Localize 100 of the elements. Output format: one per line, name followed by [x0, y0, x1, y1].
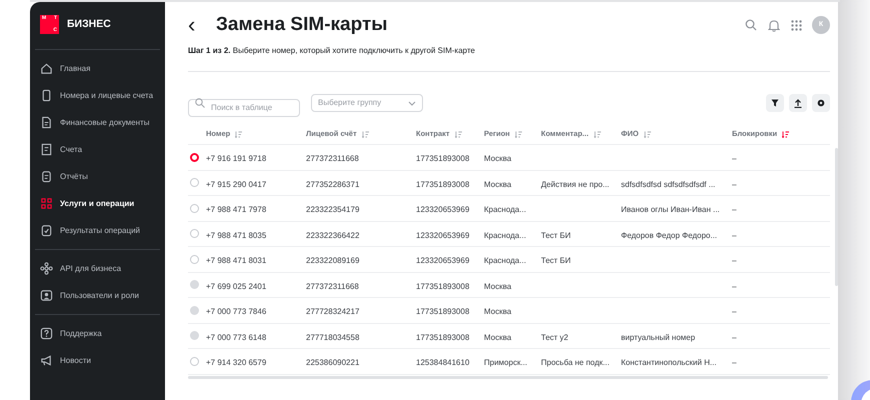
- table-cell: 177351893008: [416, 307, 470, 316]
- nav-item[interactable]: Номера и лицевые счета: [30, 82, 165, 109]
- house-icon: [40, 62, 53, 75]
- table-cell: Москва: [484, 154, 512, 164]
- nav-item[interactable]: API для бизнеса: [30, 255, 165, 282]
- back-button[interactable]: ‹: [188, 14, 208, 36]
- phone-icon: [40, 89, 53, 102]
- table-cell: Константинопольский Н...: [621, 358, 717, 368]
- table-cell: –: [732, 332, 736, 342]
- chevron-down-icon: [408, 100, 416, 106]
- report-icon: [40, 170, 53, 183]
- table-cell: 125384841610: [416, 358, 470, 368]
- table-cell: +7 699 025 2401: [206, 282, 266, 291]
- sort-icon[interactable]: [235, 130, 242, 138]
- funnel-icon: [771, 99, 779, 107]
- table-cell: Тест БИ: [541, 230, 571, 240]
- table-cell: 123320653969: [416, 256, 470, 266]
- table-cell: +7 000 773 6148: [206, 332, 266, 342]
- table-cell: –: [732, 256, 736, 266]
- table-row[interactable]: +7 915 290 0417 277352286371 177351893008 Москва Действия не про... sdfsdfsdfsd sdfsdfsdfsdf ... –: [188, 170, 830, 196]
- user-card-icon: [40, 289, 53, 302]
- table-row[interactable]: +7 916 191 9718 277372311668 177351893008 Москва –: [188, 145, 830, 170]
- table-cell: 177351893008: [416, 180, 470, 189]
- table-cell: sdfsdfsdfsd sdfsdfsdfsdf ...: [621, 180, 716, 189]
- sort-icon[interactable]: [514, 130, 522, 138]
- sort-icon[interactable]: [782, 130, 790, 138]
- export-button[interactable]: [789, 94, 807, 112]
- table-cell: Москва: [484, 282, 512, 291]
- filter-button[interactable]: [766, 94, 784, 112]
- table-cell: 277372311668: [306, 282, 359, 291]
- table-cell: Краснода...: [484, 230, 526, 240]
- table-cell: 223322354179: [306, 205, 360, 214]
- table-cell: 277718034558: [306, 332, 360, 342]
- nav-item[interactable]: Поддержка: [30, 320, 165, 347]
- table-cell: –: [732, 358, 736, 368]
- search-field[interactable]: Поиск в таблице: [188, 98, 300, 116]
- table-cell: 123320653969: [416, 205, 470, 214]
- help-icon: [40, 327, 53, 340]
- table-cell: Москва: [484, 332, 512, 342]
- nav-item[interactable]: Новости: [30, 347, 165, 374]
- radio-button[interactable]: [190, 229, 199, 238]
- table-row[interactable]: +7 988 471 8035 223322366422 123320653969 Краснода... Тест БИ Федоров Федор Федоро... –: [188, 222, 830, 247]
- table-cell: +7 988 471 8031: [206, 256, 266, 266]
- table-cell: Просьба не подк...: [541, 358, 610, 368]
- settings-button[interactable]: [812, 94, 830, 112]
- megaphone-icon: [40, 354, 53, 367]
- table-cell: 177351893008: [416, 332, 470, 342]
- nav-item[interactable]: Пользователи и роли: [30, 282, 165, 309]
- table-cell: Действия не про...: [541, 180, 610, 189]
- table-row[interactable]: +7 988 471 7978 223322354179 123320653969 Краснода... Иванов оглы Иван-Иван ... –: [188, 196, 830, 222]
- nav-item[interactable]: Главная: [30, 55, 165, 82]
- table-cell: 123320653969: [416, 230, 470, 240]
- nav-item[interactable]: Результаты операций: [30, 217, 165, 244]
- table-cell: Тест БИ: [541, 256, 571, 266]
- sort-icon[interactable]: [454, 130, 462, 138]
- radio-button[interactable]: [190, 152, 199, 162]
- checklist-icon: [40, 224, 53, 237]
- table-cell: –: [732, 230, 736, 240]
- sort-icon[interactable]: [644, 130, 651, 138]
- page-title: Замена SIM-карты: [216, 12, 388, 37]
- table-cell: Приморск...: [484, 358, 528, 368]
- table-cell: 177351893008: [416, 154, 470, 164]
- table-cell: 277728324217: [306, 307, 360, 316]
- table-cell: +7 914 320 6579: [206, 358, 266, 368]
- table-cell: Иванов оглы Иван-Иван ...: [621, 205, 720, 214]
- table-cell: +7 988 471 7978: [206, 205, 266, 214]
- bell-icon[interactable]: [768, 18, 780, 32]
- radio-button[interactable]: [190, 178, 199, 188]
- table-cell: –: [732, 307, 736, 316]
- table-cell: +7 988 471 8035: [206, 230, 266, 240]
- table-row[interactable]: +7 988 471 8031 223322089169 123320653969 Краснода... Тест БИ –: [188, 247, 830, 272]
- table-cell: –: [732, 154, 736, 164]
- sort-icon[interactable]: [594, 130, 601, 138]
- table-cell: Тест у2: [541, 332, 568, 342]
- table-cell: 223322366422: [306, 230, 360, 240]
- table-cell: 225386090221: [306, 358, 360, 368]
- document-icon: [40, 116, 53, 129]
- table-row[interactable]: +7 914 320 6579 225386090221 125384841610 Приморск... Просьба не подк... Константинопольский Н... –: [188, 349, 830, 374]
- table-cell: 223322089169: [306, 256, 360, 266]
- radio-button[interactable]: [190, 254, 199, 264]
- scrollbar[interactable]: [835, 148, 838, 286]
- search-icon: [195, 98, 205, 108]
- table-cell: –: [732, 282, 736, 291]
- table-cell: виртуальный номер: [621, 332, 696, 342]
- radio-button[interactable]: [190, 356, 199, 366]
- nav-item[interactable]: Услуги и операции: [30, 190, 165, 217]
- step-instruction: Шаг 1 из 2. Выберите номер, который хотите подключить к другой SIM-карте: [188, 45, 476, 57]
- table-cell: Москва: [484, 307, 512, 316]
- settings-icon: [817, 99, 825, 107]
- apps-grid-icon[interactable]: [791, 20, 802, 30]
- radio-button[interactable]: [190, 204, 199, 213]
- receipt-icon: [40, 143, 53, 156]
- sort-icon[interactable]: [362, 130, 369, 138]
- table-cell: Краснода...: [484, 256, 526, 266]
- logo-text: БИЗНЕС: [67, 16, 111, 32]
- nav-item[interactable]: Счета: [30, 136, 165, 163]
- nav-item[interactable]: Финансовые документы: [30, 109, 165, 136]
- search-icon[interactable]: [745, 19, 757, 31]
- nav-item[interactable]: Отчёты: [30, 163, 165, 190]
- grid-icon: [40, 197, 53, 210]
